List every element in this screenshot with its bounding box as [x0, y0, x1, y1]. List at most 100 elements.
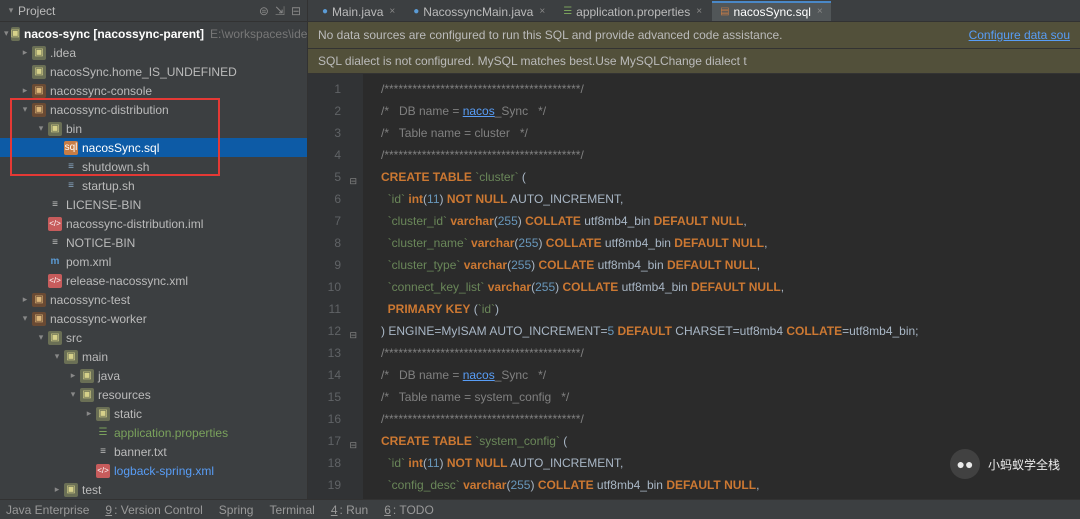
line-number[interactable]: 15	[312, 386, 341, 408]
editor-tabs[interactable]: ●Main.java×●NacossyncMain.java×☰applicat…	[308, 0, 1080, 22]
chevron-right-icon[interactable]	[84, 408, 94, 419]
code-line[interactable]: ) ENGINE=MyISAM AUTO_INCREMENT=5 DEFAULT…	[381, 320, 1080, 342]
tree-node-src[interactable]: ▣src	[0, 328, 307, 347]
settings-icon[interactable]: ⊜	[259, 4, 269, 18]
tree-node-nacossync-worker[interactable]: ▣nacossync-worker	[0, 309, 307, 328]
code-line[interactable]: /* Table name = system_config */	[381, 386, 1080, 408]
code-line[interactable]: /***************************************…	[381, 78, 1080, 100]
tree-node-banner-txt[interactable]: ≡banner.txt	[0, 442, 307, 461]
tab-application-properties[interactable]: ☰application.properties×	[555, 1, 710, 21]
fold-icon[interactable]: ⊟	[349, 170, 357, 192]
tree-node-resources[interactable]: ▣resources	[0, 385, 307, 404]
tree-node-notice-bin[interactable]: ≡NOTICE-BIN	[0, 233, 307, 252]
tree-node-application-properties[interactable]: ☰application.properties	[0, 423, 307, 442]
tree-node-shutdown-sh[interactable]: ≡shutdown.sh	[0, 157, 307, 176]
line-number[interactable]: 8	[312, 232, 341, 254]
tree-node--idea[interactable]: ▣.idea	[0, 43, 307, 62]
use-mysql-link[interactable]: Use MySQL	[595, 54, 660, 68]
close-icon[interactable]: ×	[389, 6, 395, 17]
toolwindow-java-enterprise[interactable]: Java Enterprise	[6, 503, 89, 517]
tab-main-java[interactable]: ●Main.java×	[314, 1, 403, 21]
line-number[interactable]: 16	[312, 408, 341, 430]
chevron-right-icon[interactable]	[20, 294, 30, 305]
tree-node-nacossync-distribution[interactable]: ▣nacossync-distribution	[0, 100, 307, 119]
line-number[interactable]: 10	[312, 276, 341, 298]
line-number[interactable]: 17⊟	[312, 430, 341, 452]
hide-icon[interactable]: ⊟	[291, 4, 301, 18]
tab-nacossyncmain-java[interactable]: ●NacossyncMain.java×	[405, 1, 553, 21]
line-number[interactable]: 5⊟	[312, 166, 341, 188]
line-number[interactable]: 2	[312, 100, 341, 122]
code-line[interactable]: `connect_key_list` varchar(255) COLLATE …	[381, 276, 1080, 298]
toolwindow-spring[interactable]: Spring	[219, 503, 254, 517]
close-icon[interactable]: ×	[696, 6, 702, 17]
chevron-down-icon[interactable]	[68, 389, 78, 400]
tree-node-java[interactable]: ▣java	[0, 366, 307, 385]
tree-node-bin[interactable]: ▣bin	[0, 119, 307, 138]
chevron-right-icon[interactable]	[20, 85, 30, 96]
collapse-all-icon[interactable]: ⇲	[275, 4, 285, 18]
tree-node-nacossync-home-is-undefined[interactable]: ▣nacosSync.home_IS_UNDEFINED	[0, 62, 307, 81]
tree-node-pom-xml[interactable]: mpom.xml	[0, 252, 307, 271]
code-line[interactable]: /* DB name = nacos_Sync */	[381, 100, 1080, 122]
tree-node-license-bin[interactable]: ≡LICENSE-BIN	[0, 195, 307, 214]
code-line[interactable]: /* Table name = cluster */	[381, 122, 1080, 144]
line-number[interactable]: 11	[312, 298, 341, 320]
tree-node-startup-sh[interactable]: ≡startup.sh	[0, 176, 307, 195]
toolwindow--todo[interactable]: 6: TODO	[384, 503, 434, 517]
project-collapse-icon[interactable]	[6, 5, 16, 16]
line-number[interactable]: 3	[312, 122, 341, 144]
tree-node-nacossync-sql[interactable]: sqlnacosSync.sql	[0, 138, 307, 157]
line-number[interactable]: 4	[312, 144, 341, 166]
chevron-down-icon[interactable]	[4, 28, 9, 39]
chevron-right-icon[interactable]	[52, 484, 62, 495]
project-tree[interactable]: ▣ nacos-sync [nacossync-parent] E:\works…	[0, 22, 307, 519]
toolwindow-terminal[interactable]: Terminal	[269, 503, 314, 517]
bottom-toolbar[interactable]: Java Enterprise 9: Version Control Spring T…	[0, 499, 1080, 519]
line-number[interactable]: 18	[312, 452, 341, 474]
code-line[interactable]: /* DB name = nacos_Sync */	[381, 364, 1080, 386]
chevron-down-icon[interactable]	[36, 123, 46, 134]
tree-node-nacossync-distribution-iml[interactable]: </>nacossync-distribution.iml	[0, 214, 307, 233]
line-number[interactable]: 7	[312, 210, 341, 232]
tree-node-logback-spring-xml[interactable]: </>logback-spring.xml	[0, 461, 307, 480]
toolwindow--run[interactable]: 4: Run	[331, 503, 368, 517]
change-dialect-link[interactable]: Change dialect t	[660, 54, 747, 68]
fold-icon[interactable]: ⊟	[349, 434, 357, 456]
code-line[interactable]: `id` int(11) NOT NULL AUTO_INCREMENT,	[381, 188, 1080, 210]
code-line[interactable]: CREATE TABLE `cluster` (	[381, 166, 1080, 188]
code-line[interactable]: `cluster_id` varchar(255) COLLATE utf8mb…	[381, 210, 1080, 232]
toolwindow--version-control[interactable]: 9: Version Control	[105, 503, 202, 517]
line-number[interactable]: 12⊟	[312, 320, 341, 342]
tree-node-nacossync-console[interactable]: ▣nacossync-console	[0, 81, 307, 100]
code-line[interactable]: /***************************************…	[381, 144, 1080, 166]
chevron-right-icon[interactable]	[68, 370, 78, 381]
chevron-down-icon[interactable]	[36, 332, 46, 343]
code-line[interactable]: /***************************************…	[381, 408, 1080, 430]
code-line[interactable]: PRIMARY KEY (`id`)	[381, 298, 1080, 320]
line-number[interactable]: 6	[312, 188, 341, 210]
code-line[interactable]: /***************************************…	[381, 342, 1080, 364]
close-icon[interactable]: ×	[539, 6, 545, 17]
tree-node-test[interactable]: ▣test	[0, 480, 307, 499]
code-line[interactable]: `cluster_name` varchar(255) COLLATE utf8…	[381, 232, 1080, 254]
chevron-down-icon[interactable]	[20, 104, 30, 115]
line-number[interactable]: 1	[312, 78, 341, 100]
close-icon[interactable]: ×	[817, 6, 823, 17]
line-number[interactable]: 9	[312, 254, 341, 276]
configure-datasource-link[interactable]: Configure data sou	[969, 28, 1070, 42]
line-gutter[interactable]: 12345⊟6789101112⊟1314151617⊟18192021	[308, 74, 363, 519]
chevron-down-icon[interactable]	[20, 313, 30, 324]
tree-node-main[interactable]: ▣main	[0, 347, 307, 366]
tree-node-release-nacossync-xml[interactable]: </>release-nacossync.xml	[0, 271, 307, 290]
tree-node-nacossync-test[interactable]: ▣nacossync-test	[0, 290, 307, 309]
chevron-down-icon[interactable]	[52, 351, 62, 362]
code-line[interactable]: `cluster_type` varchar(255) COLLATE utf8…	[381, 254, 1080, 276]
tree-root[interactable]: ▣ nacos-sync [nacossync-parent] E:\works…	[0, 24, 307, 43]
line-number[interactable]: 19	[312, 474, 341, 496]
fold-icon[interactable]: ⊟	[349, 324, 357, 346]
line-number[interactable]: 14	[312, 364, 341, 386]
chevron-right-icon[interactable]	[20, 47, 30, 58]
tab-nacossync-sql[interactable]: ▤nacosSync.sql×	[712, 1, 831, 21]
tree-node-static[interactable]: ▣static	[0, 404, 307, 423]
